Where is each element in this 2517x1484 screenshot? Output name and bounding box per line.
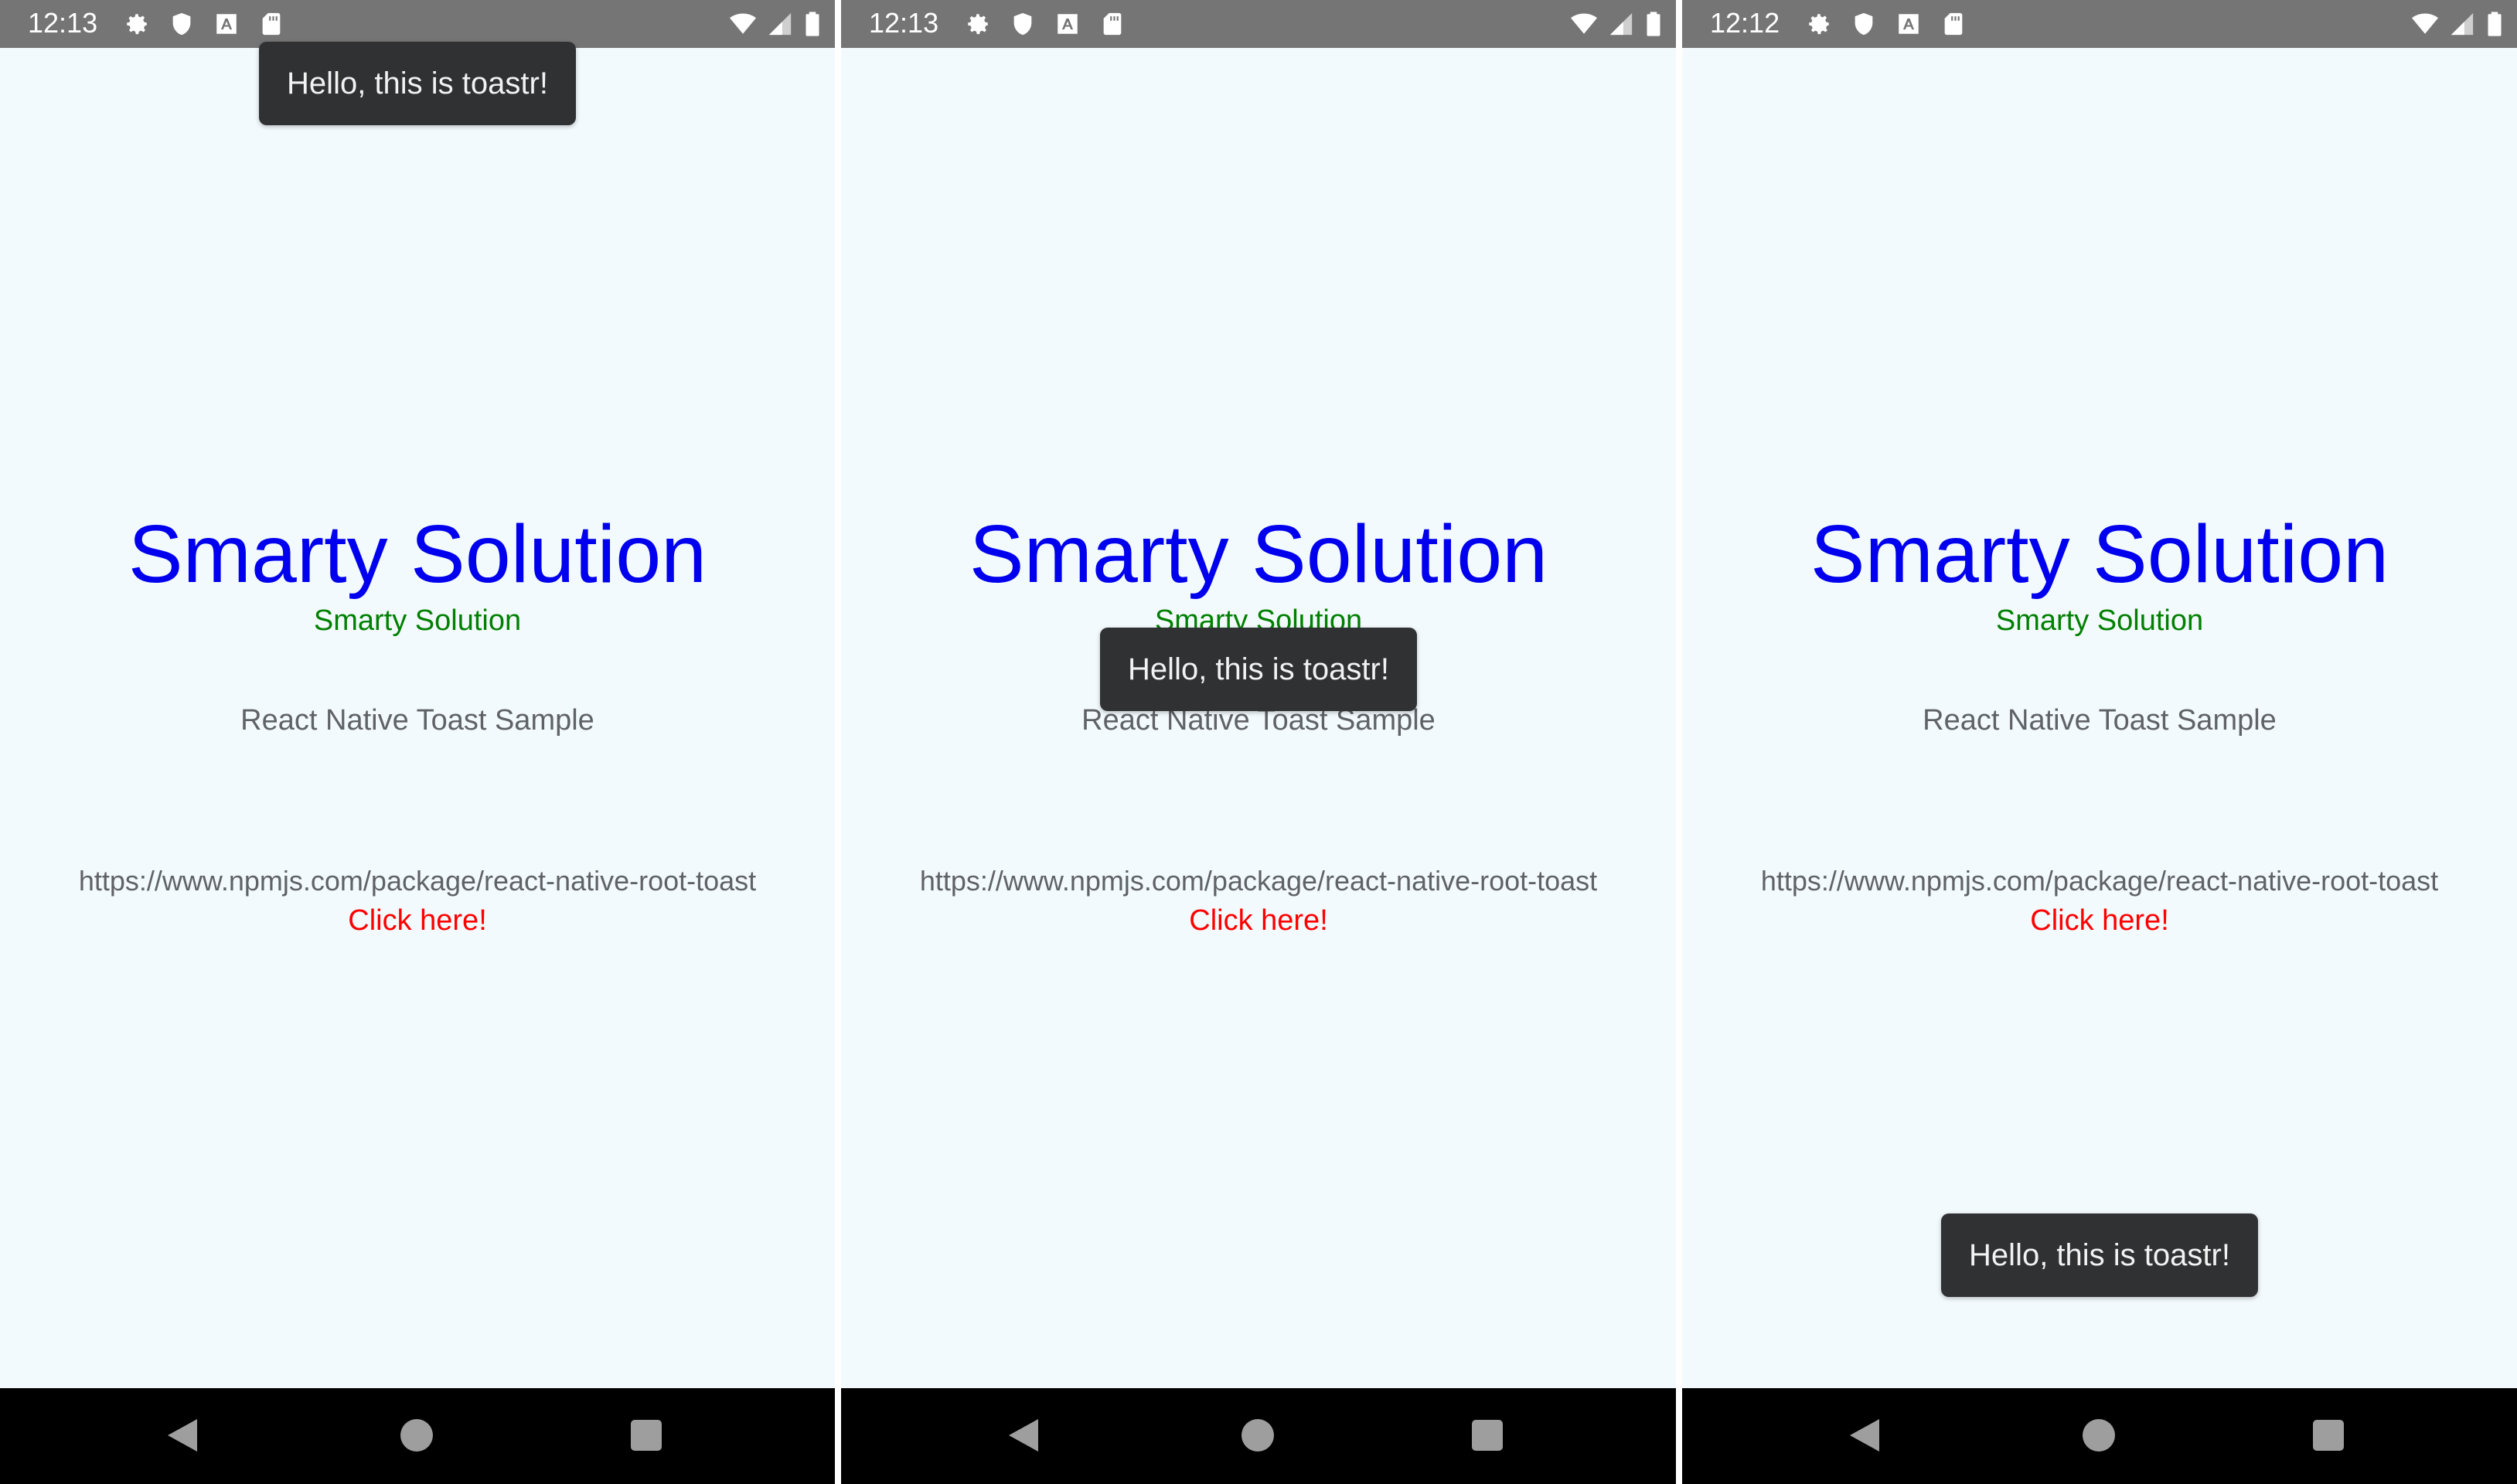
app-subtitle: Smarty Solution bbox=[1995, 604, 2204, 637]
shield-icon bbox=[1851, 11, 1877, 37]
wifi-icon bbox=[2412, 11, 2443, 37]
gear-icon bbox=[1806, 11, 1832, 37]
status-time: 12:13 bbox=[869, 7, 939, 39]
back-icon[interactable] bbox=[1007, 1418, 1040, 1453]
status-bar: 12:13 bbox=[0, 0, 835, 48]
font-icon bbox=[1054, 11, 1081, 37]
home-icon[interactable] bbox=[2083, 1419, 2115, 1452]
app-title: Smarty Solution bbox=[1810, 509, 2389, 600]
home-icon[interactable] bbox=[400, 1419, 433, 1452]
click-here-link[interactable]: Click here! bbox=[1682, 903, 2517, 938]
wifi-icon bbox=[1571, 11, 1602, 37]
status-bar: 12:13 bbox=[841, 0, 1676, 48]
toast-message: Hello, this is toastr! bbox=[259, 42, 576, 125]
gear-icon bbox=[124, 11, 150, 37]
phone-screen-2: 12:13 Smarty Solution Smarty Solution Re… bbox=[841, 0, 1676, 1484]
gear-icon bbox=[965, 11, 991, 37]
app-title: Smarty Solution bbox=[969, 509, 1548, 600]
sample-label: React Native Toast Sample bbox=[1923, 704, 2277, 737]
package-url: https://www.npmjs.com/package/react-nati… bbox=[1760, 865, 2439, 897]
sd-card-icon bbox=[1940, 11, 1967, 37]
click-here-link[interactable]: Click here! bbox=[0, 903, 835, 938]
signal-icon bbox=[1608, 11, 1633, 37]
sd-card-icon bbox=[258, 11, 284, 37]
package-url: https://www.npmjs.com/package/react-nati… bbox=[919, 865, 1598, 897]
app-content: Smarty Solution Smarty Solution React Na… bbox=[1682, 48, 2517, 1388]
toast-message: Hello, this is toastr! bbox=[1100, 628, 1417, 711]
recents-icon[interactable] bbox=[1472, 1420, 1503, 1451]
font-icon bbox=[1895, 11, 1922, 37]
navigation-bar bbox=[841, 1388, 1676, 1484]
back-icon[interactable] bbox=[166, 1418, 199, 1453]
sd-card-icon bbox=[1099, 11, 1126, 37]
recents-icon[interactable] bbox=[2313, 1420, 2344, 1451]
shield-icon bbox=[1010, 11, 1036, 37]
battery-icon bbox=[2481, 11, 2502, 37]
home-icon[interactable] bbox=[1241, 1419, 1274, 1452]
status-time: 12:13 bbox=[28, 7, 98, 39]
app-subtitle: Smarty Solution bbox=[313, 604, 522, 637]
status-time: 12:12 bbox=[1710, 7, 1780, 39]
click-here-link[interactable]: Click here! bbox=[841, 903, 1676, 938]
package-url: https://www.npmjs.com/package/react-nati… bbox=[78, 865, 757, 897]
back-icon[interactable] bbox=[1848, 1418, 1881, 1453]
battery-icon bbox=[799, 11, 819, 37]
font-icon bbox=[213, 11, 240, 37]
shield-icon bbox=[169, 11, 195, 37]
navigation-bar bbox=[1682, 1388, 2517, 1484]
app-content: Smarty Solution Smarty Solution React Na… bbox=[841, 48, 1676, 1388]
battery-icon bbox=[1640, 11, 1660, 37]
wifi-icon bbox=[730, 11, 761, 37]
recents-icon[interactable] bbox=[631, 1420, 662, 1451]
toast-message: Hello, this is toastr! bbox=[1941, 1213, 2258, 1297]
app-content: Smarty Solution Smarty Solution React Na… bbox=[0, 48, 835, 1388]
app-title: Smarty Solution bbox=[128, 509, 707, 600]
phone-screen-3: 12:12 Smarty Solution Smarty Solution Re… bbox=[1682, 0, 2517, 1484]
sample-label: React Native Toast Sample bbox=[240, 704, 594, 737]
navigation-bar bbox=[0, 1388, 835, 1484]
phone-screen-1: 12:13 Smarty Solution Smarty Solution Re… bbox=[0, 0, 835, 1484]
status-bar: 12:12 bbox=[1682, 0, 2517, 48]
signal-icon bbox=[767, 11, 792, 37]
signal-icon bbox=[2449, 11, 2474, 37]
